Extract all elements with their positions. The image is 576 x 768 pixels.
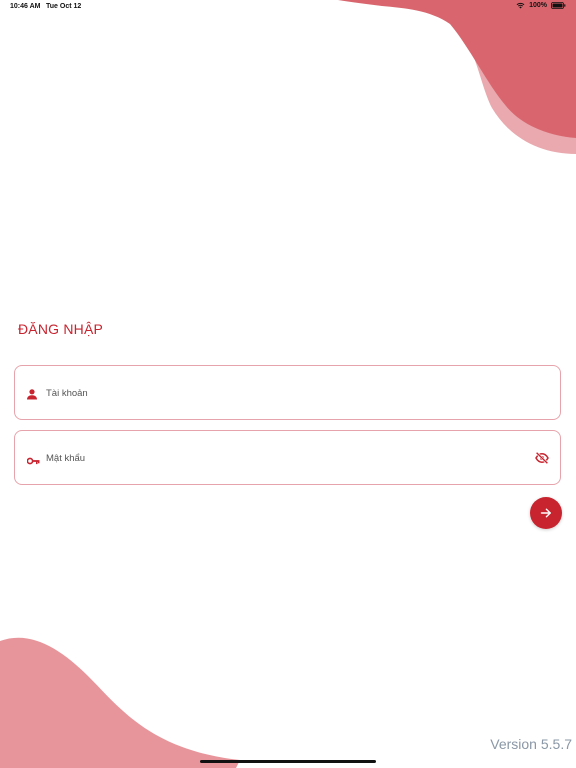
wifi-icon <box>516 2 525 9</box>
login-screen: 10:46 AM Tue Oct 12 100% ĐĂNG NHẬP Tài k… <box>0 0 576 768</box>
login-title: ĐĂNG NHẬP <box>18 321 104 337</box>
username-field[interactable] <box>14 365 561 420</box>
status-bar: 10:46 AM Tue Oct 12 100% <box>0 0 576 14</box>
top-right-blob-dark <box>338 0 576 138</box>
status-time: 10:46 AM <box>10 3 41 10</box>
eye-off-icon[interactable] <box>535 451 549 465</box>
battery-percentage: 100% <box>529 2 547 9</box>
user-icon <box>27 387 41 401</box>
battery-icon <box>551 2 566 9</box>
password-field[interactable] <box>14 430 561 485</box>
top-right-blob-light <box>360 0 576 154</box>
home-indicator[interactable] <box>200 760 376 763</box>
status-date: Tue Oct 12 <box>46 3 82 10</box>
login-submit-button[interactable] <box>530 497 562 529</box>
username-input[interactable] <box>46 384 516 402</box>
key-icon <box>26 452 41 466</box>
status-indicators: 100% <box>516 2 566 9</box>
password-input[interactable] <box>46 449 516 467</box>
bottom-left-blob <box>0 637 240 768</box>
version-label: Version 5.5.7 <box>490 736 572 752</box>
